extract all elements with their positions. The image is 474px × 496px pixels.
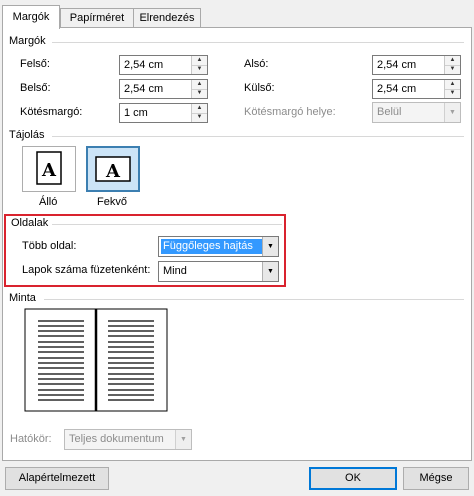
multiple-pages-label: Több oldal: <box>22 240 77 252</box>
multiple-pages-value: Függőleges hajtás <box>163 240 253 252</box>
gutter-label: Kötésmargó: <box>20 106 83 118</box>
spin-down-icon[interactable]: ▼ <box>192 113 207 122</box>
orientation-separator <box>52 136 464 137</box>
margins-separator <box>52 42 464 43</box>
landscape-icon: A <box>95 156 131 182</box>
apply-to-value: Teljes dokumentum <box>69 433 164 445</box>
chevron-down-icon: ▼ <box>175 430 191 449</box>
portrait-icon-letter: A <box>41 160 57 181</box>
margins-section-title: Margók <box>9 35 46 47</box>
orientation-section-title: Tájolás <box>9 129 45 141</box>
spinner-arrows: ▲ ▼ <box>444 80 460 98</box>
top-margin-spinner[interactable]: 2,54 cm ▲ ▼ <box>119 55 208 75</box>
preview-separator <box>44 299 464 300</box>
inside-margin-value: 2,54 cm <box>124 83 164 95</box>
landscape-icon-letter: A <box>105 161 121 182</box>
landscape-label: Fekvő <box>97 196 127 208</box>
inside-margin-spinner[interactable]: 2,54 cm ▲ ▼ <box>119 79 208 99</box>
tab-layout[interactable]: Elrendezés <box>133 8 201 27</box>
portrait-label: Álló <box>39 196 58 208</box>
spinner-arrows: ▲ ▼ <box>444 56 460 74</box>
gutter-position-label: Kötésmargó helye: <box>244 106 336 118</box>
tab-margins[interactable]: Margók <box>2 5 60 29</box>
multiple-pages-select[interactable]: Függőleges hajtás ▼ <box>158 236 279 257</box>
inside-margin-label: Belső: <box>20 82 51 94</box>
portrait-button[interactable]: A <box>22 146 76 192</box>
gutter-spinner[interactable]: 1 cm ▲ ▼ <box>119 103 208 123</box>
spinner-arrows: ▲ ▼ <box>191 104 207 122</box>
bottom-margin-value: 2,54 cm <box>377 59 417 71</box>
top-margin-label: Felső: <box>20 58 50 70</box>
spin-down-icon[interactable]: ▼ <box>445 65 460 74</box>
sheets-per-booklet-label: Lapok száma füzetenként: <box>22 264 151 276</box>
chevron-down-icon: ▼ <box>262 262 278 281</box>
outside-margin-value: 2,54 cm <box>377 83 417 95</box>
apply-to-select[interactable]: Teljes dokumentum ▼ <box>64 429 192 450</box>
spinner-arrows: ▲ ▼ <box>191 56 207 74</box>
apply-to-label: Hatókör: <box>10 433 52 445</box>
outside-margin-spinner[interactable]: 2,54 cm ▲ ▼ <box>372 79 461 99</box>
pages-separator <box>52 224 282 225</box>
gutter-position-value: Belül <box>377 106 402 118</box>
bottom-margin-spinner[interactable]: 2,54 cm ▲ ▼ <box>372 55 461 75</box>
top-margin-value: 2,54 cm <box>124 59 164 71</box>
ok-button[interactable]: OK <box>309 467 397 490</box>
preview-image <box>24 308 170 413</box>
cancel-button[interactable]: Mégse <box>403 467 469 490</box>
bottom-margin-label: Alsó: <box>244 58 269 70</box>
spin-down-icon[interactable]: ▼ <box>445 89 460 98</box>
chevron-down-icon: ▼ <box>444 103 460 122</box>
booklet-preview-icon <box>24 308 168 412</box>
tab-paper-size[interactable]: Papírméret <box>60 8 134 27</box>
spin-down-icon[interactable]: ▼ <box>192 89 207 98</box>
landscape-button[interactable]: A <box>86 146 140 192</box>
set-default-button[interactable]: Alapértelmezett <box>5 467 109 490</box>
spinner-arrows: ▲ ▼ <box>191 80 207 98</box>
chevron-down-icon: ▼ <box>262 237 278 256</box>
outside-margin-label: Külső: <box>244 82 275 94</box>
spin-down-icon[interactable]: ▼ <box>192 65 207 74</box>
sheets-per-booklet-select[interactable]: Mind ▼ <box>158 261 279 282</box>
preview-section-title: Minta <box>9 292 36 304</box>
gutter-position-select[interactable]: Belül ▼ <box>372 102 461 123</box>
portrait-icon: A <box>36 151 62 185</box>
sheets-per-booklet-value: Mind <box>163 265 187 277</box>
tab-bar: Margók Papírméret Elrendezés <box>0 0 474 29</box>
gutter-value: 1 cm <box>124 107 148 119</box>
pages-section-title: Oldalak <box>11 217 49 229</box>
